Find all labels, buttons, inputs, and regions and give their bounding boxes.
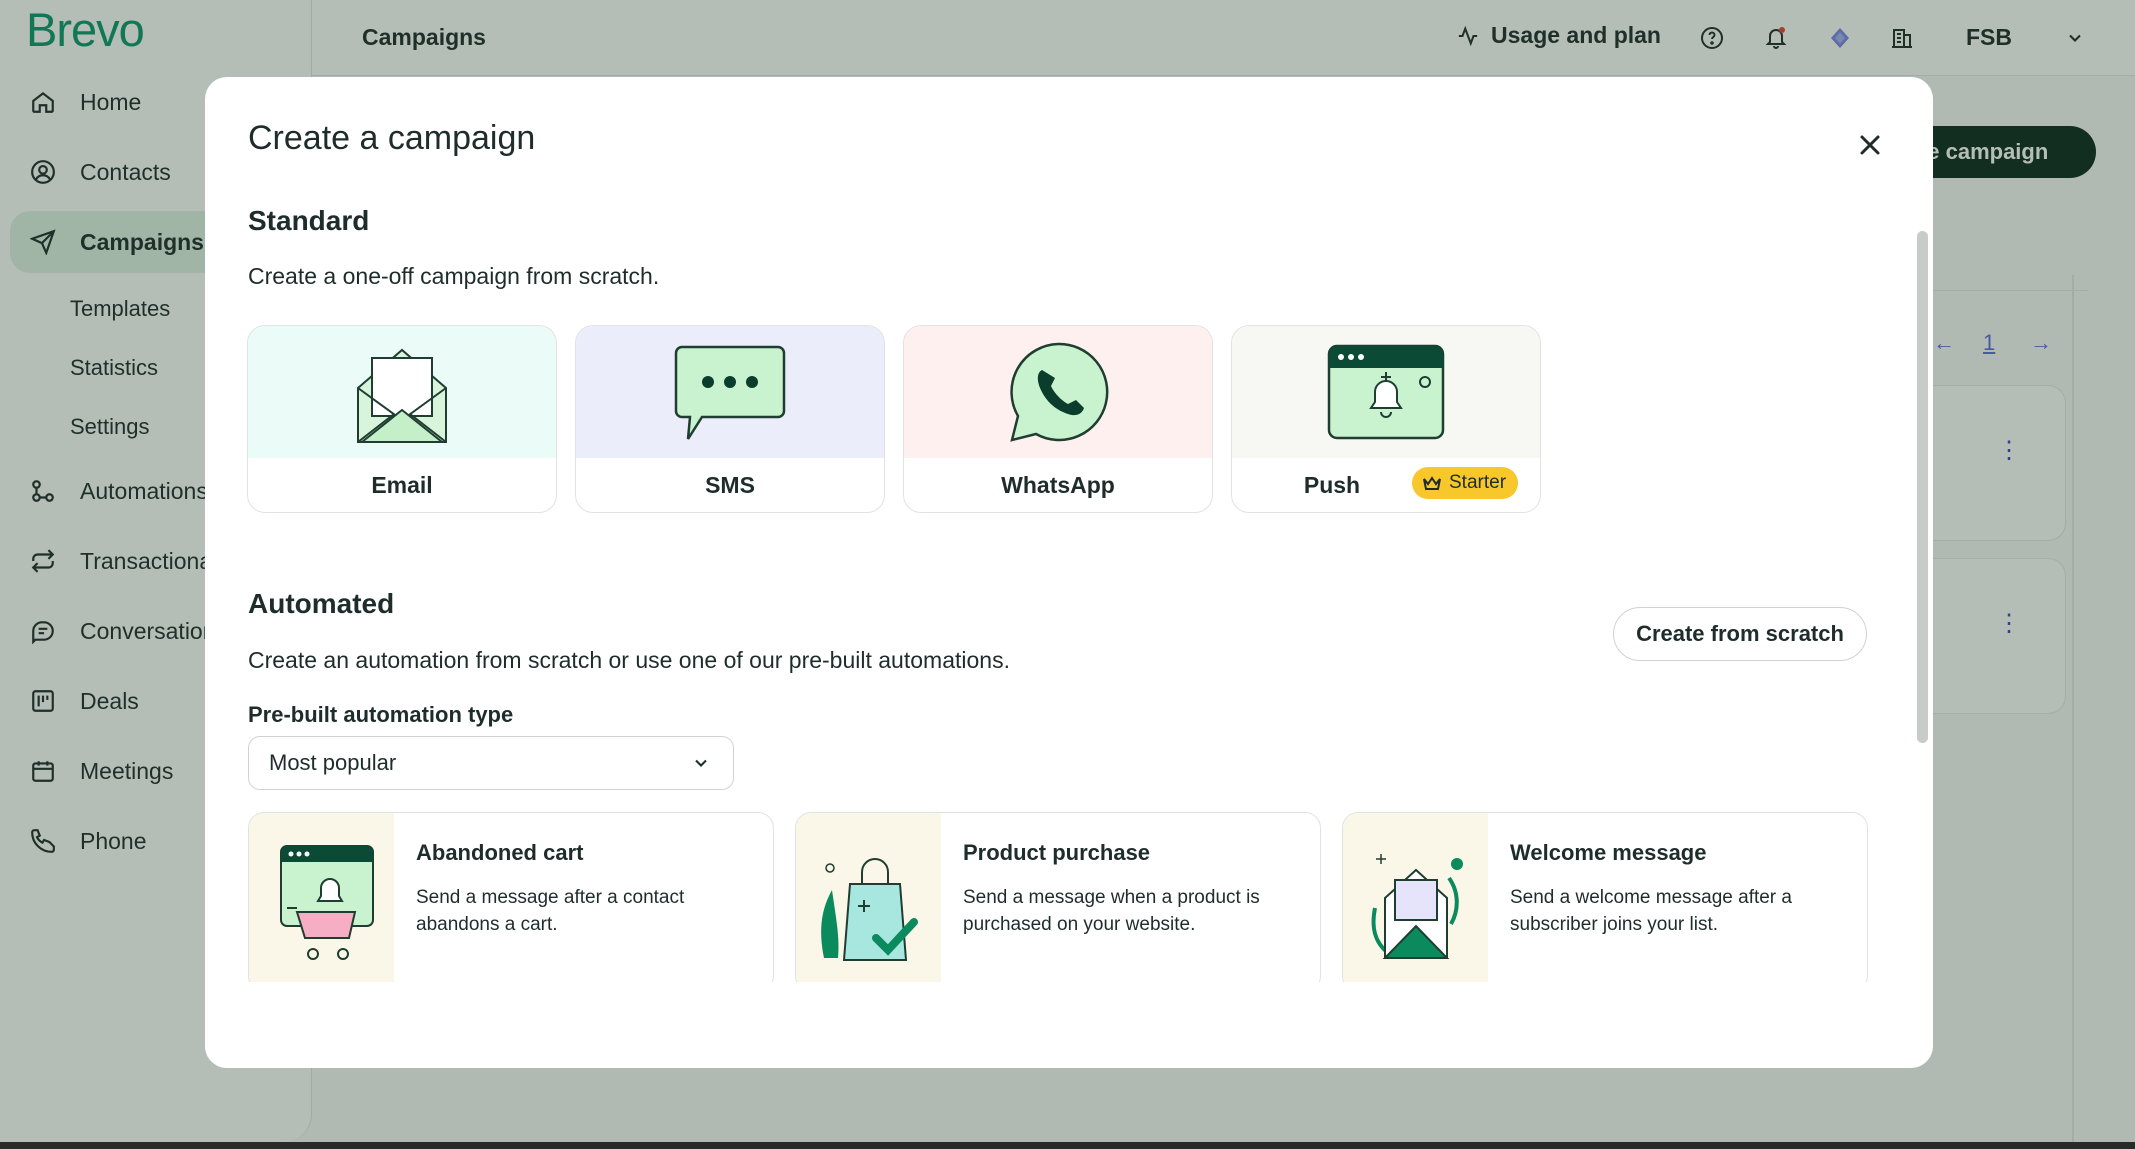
shopping-bag-check-icon (796, 813, 941, 991)
standard-section-title: Standard (248, 205, 370, 236)
automation-type-label: Pre-built automation type (248, 702, 514, 727)
push-channel-label: Push (1303, 472, 1361, 498)
abandoned-cart-card[interactable]: Abandoned cart Send a message after a co… (248, 812, 774, 992)
abandoned-cart-illustration-icon (249, 813, 394, 991)
sms-channel-label: SMS (705, 472, 755, 498)
welcome-message-description: Send a welcome message after a subscribe… (1510, 887, 1792, 935)
email-channel-card[interactable]: Email (247, 325, 557, 513)
automation-type-value: Most popular (269, 750, 397, 775)
welcome-envelope-icon (1343, 813, 1488, 991)
create-from-scratch-button[interactable]: Create from scratch (1613, 607, 1867, 661)
chevron-down-icon (691, 753, 711, 779)
email-illustration-icon (248, 326, 556, 458)
whatsapp-channel-card[interactable]: WhatsApp (903, 325, 1213, 513)
product-purchase-title: Product purchase (963, 840, 1151, 865)
modal-scrollbar[interactable] (1917, 231, 1928, 743)
email-channel-label: Email (371, 472, 433, 498)
crown-icon (1422, 475, 1442, 491)
product-purchase-description: Send a message when a product is purchas… (963, 887, 1260, 935)
automated-section-title: Automated (248, 588, 395, 619)
push-notification-icon (1232, 326, 1540, 458)
starter-badge: Starter (1412, 467, 1519, 499)
push-channel-card[interactable]: Push Starter (1231, 325, 1541, 513)
create-campaign-modal: Create a campaign Standard Create a one-… (205, 77, 1933, 1068)
welcome-message-card[interactable]: Welcome message Send a welcome message a… (1342, 812, 1868, 992)
automated-section-description: Create an automation from scratch or use… (248, 647, 1010, 673)
close-icon[interactable] (1850, 125, 1890, 165)
sms-channel-card[interactable]: SMS (575, 325, 885, 513)
whatsapp-icon (904, 326, 1212, 458)
automation-type-select[interactable]: Most popular (248, 736, 734, 790)
abandoned-cart-title: Abandoned cart (416, 840, 584, 865)
abandoned-cart-description: Send a message after a contact abandons … (416, 887, 685, 935)
whatsapp-channel-label: WhatsApp (1001, 472, 1115, 498)
window-bottom-edge (0, 1142, 2135, 1149)
sms-chat-bubble-icon (576, 326, 884, 458)
modal-title: Create a campaign (248, 119, 536, 157)
welcome-message-title: Welcome message (1510, 840, 1707, 865)
standard-section-description: Create a one-off campaign from scratch. (248, 263, 660, 289)
modal-footer (205, 982, 1905, 1068)
starter-badge-label: Starter (1449, 472, 1507, 493)
product-purchase-card[interactable]: Product purchase Send a message when a p… (795, 812, 1321, 992)
